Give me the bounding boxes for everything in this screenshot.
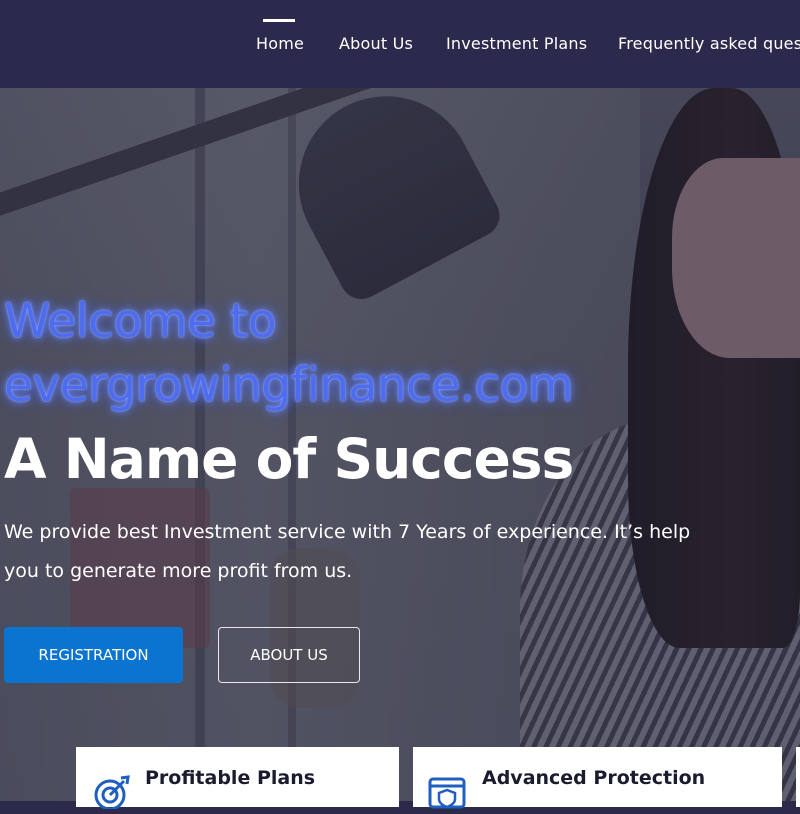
nav-investment-plans-link[interactable]: Investment Plans — [446, 34, 587, 53]
nav-faq-link[interactable]: Frequently asked questions — [618, 34, 800, 53]
hero-headline: A Name of Success — [4, 427, 574, 491]
welcome-line-1: Welcome to — [4, 294, 277, 349]
shield-browser-icon — [427, 773, 467, 809]
target-arrow-icon — [90, 773, 130, 811]
feature-card-title: Profitable Plans — [145, 767, 316, 789]
top-navbar: Home About Us Investment Plans Frequentl… — [0, 0, 800, 88]
feature-card-advanced-protection: Advanced Protection — [413, 747, 782, 809]
feature-card-title: Advanced Protection — [482, 767, 706, 789]
feature-card-profitable-plans: Profitable Plans — [76, 747, 399, 811]
feature-card-partial — [796, 747, 800, 807]
registration-button[interactable]: REGISTRATION — [4, 627, 183, 683]
hero-description: We provide best Investment service with … — [4, 521, 691, 582]
nav-active-indicator — [263, 19, 295, 22]
hero-welcome-heading: Welcome to evergrowingfinance.com — [4, 290, 574, 418]
nav-about-link[interactable]: About Us — [339, 34, 413, 53]
nav-home-link[interactable]: Home — [256, 34, 304, 53]
welcome-line-2: evergrowingfinance.com — [4, 358, 574, 413]
about-us-button[interactable]: ABOUT US — [218, 627, 360, 683]
